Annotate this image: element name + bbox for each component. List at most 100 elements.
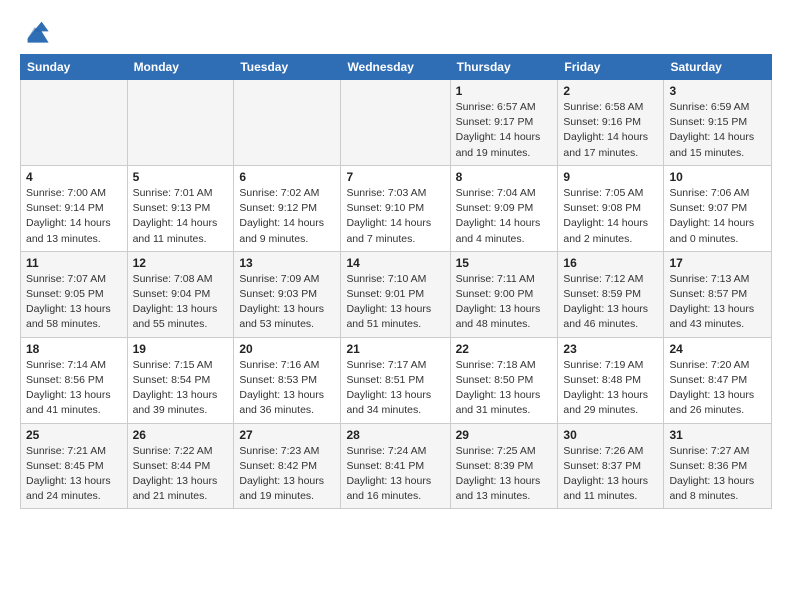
day-number: 2 <box>563 84 658 98</box>
week-row-1: 1 Sunrise: 6:57 AMSunset: 9:17 PMDaylight… <box>21 80 772 166</box>
day-cell <box>234 80 341 166</box>
day-cell: 23Sunrise: 7:19 AMSunset: 8:48 PMDayligh… <box>558 337 664 423</box>
weekday-saturday: Saturday <box>664 55 772 80</box>
day-number: 14 <box>346 256 444 270</box>
weekday-monday: Monday <box>127 55 234 80</box>
weekday-thursday: Thursday <box>450 55 558 80</box>
day-info: Sunrise: 7:16 AMSunset: 8:53 PMDaylight:… <box>239 358 335 419</box>
day-cell: 5 Sunrise: 7:01 AMSunset: 9:13 PMDaylight… <box>127 165 234 251</box>
day-cell <box>21 80 128 166</box>
day-cell: 4 Sunrise: 7:00 AMSunset: 9:14 PMDaylight… <box>21 165 128 251</box>
week-row-5: 25Sunrise: 7:21 AMSunset: 8:45 PMDayligh… <box>21 423 772 509</box>
day-number: 23 <box>563 342 658 356</box>
day-info: Sunrise: 7:12 AMSunset: 8:59 PMDaylight:… <box>563 272 658 333</box>
day-cell: 27Sunrise: 7:23 AMSunset: 8:42 PMDayligh… <box>234 423 341 509</box>
day-number: 29 <box>456 428 553 442</box>
day-number: 31 <box>669 428 766 442</box>
weekday-sunday: Sunday <box>21 55 128 80</box>
day-cell: 2 Sunrise: 6:58 AMSunset: 9:16 PMDaylight… <box>558 80 664 166</box>
day-cell: 14 Sunrise: 7:10 AMSunset: 9:01 PMDayligh… <box>341 251 450 337</box>
day-info: Sunrise: 7:06 AMSunset: 9:07 PMDaylight:… <box>669 186 766 247</box>
day-info: Sunrise: 7:09 AMSunset: 9:03 PMDaylight:… <box>239 272 335 333</box>
day-cell: 19Sunrise: 7:15 AMSunset: 8:54 PMDayligh… <box>127 337 234 423</box>
day-cell: 21 Sunrise: 7:17 AMSunset: 8:51 PMDayligh… <box>341 337 450 423</box>
day-info: Sunrise: 7:08 AMSunset: 9:04 PMDaylight:… <box>133 272 229 333</box>
day-number: 5 <box>133 170 229 184</box>
day-number: 7 <box>346 170 444 184</box>
day-cell: 28 Sunrise: 7:24 AMSunset: 8:41 PMDayligh… <box>341 423 450 509</box>
day-info: Sunrise: 7:26 AMSunset: 8:37 PMDaylight:… <box>563 444 658 505</box>
day-cell: 9Sunrise: 7:05 AMSunset: 9:08 PMDaylight… <box>558 165 664 251</box>
day-number: 20 <box>239 342 335 356</box>
day-cell: 16 Sunrise: 7:12 AMSunset: 8:59 PMDayligh… <box>558 251 664 337</box>
logo-icon <box>22 16 50 44</box>
day-cell: 17Sunrise: 7:13 AMSunset: 8:57 PMDayligh… <box>664 251 772 337</box>
day-number: 26 <box>133 428 229 442</box>
day-cell: 10 Sunrise: 7:06 AMSunset: 9:07 PMDayligh… <box>664 165 772 251</box>
day-info: Sunrise: 7:13 AMSunset: 8:57 PMDaylight:… <box>669 272 766 333</box>
day-cell: 30 Sunrise: 7:26 AMSunset: 8:37 PMDayligh… <box>558 423 664 509</box>
day-number: 13 <box>239 256 335 270</box>
day-info: Sunrise: 7:03 AMSunset: 9:10 PMDaylight:… <box>346 186 444 247</box>
day-info: Sunrise: 7:10 AMSunset: 9:01 PMDaylight:… <box>346 272 444 333</box>
day-info: Sunrise: 7:11 AMSunset: 9:00 PMDaylight:… <box>456 272 553 333</box>
day-number: 18 <box>26 342 122 356</box>
day-number: 21 <box>346 342 444 356</box>
day-info: Sunrise: 7:23 AMSunset: 8:42 PMDaylight:… <box>239 444 335 505</box>
day-info: Sunrise: 7:24 AMSunset: 8:41 PMDaylight:… <box>346 444 444 505</box>
day-cell: 8Sunrise: 7:04 AMSunset: 9:09 PMDaylight… <box>450 165 558 251</box>
day-info: Sunrise: 7:05 AMSunset: 9:08 PMDaylight:… <box>563 186 658 247</box>
day-number: 22 <box>456 342 553 356</box>
day-cell: 26 Sunrise: 7:22 AMSunset: 8:44 PMDayligh… <box>127 423 234 509</box>
day-info: Sunrise: 7:00 AMSunset: 9:14 PMDaylight:… <box>26 186 122 247</box>
day-cell: 6Sunrise: 7:02 AMSunset: 9:12 PMDaylight… <box>234 165 341 251</box>
day-number: 24 <box>669 342 766 356</box>
logo <box>20 16 50 44</box>
day-cell: 1 Sunrise: 6:57 AMSunset: 9:17 PMDaylight… <box>450 80 558 166</box>
week-row-3: 11Sunrise: 7:07 AMSunset: 9:05 PMDayligh… <box>21 251 772 337</box>
day-number: 16 <box>563 256 658 270</box>
header <box>20 16 772 44</box>
day-cell: 31Sunrise: 7:27 AMSunset: 8:36 PMDayligh… <box>664 423 772 509</box>
day-info: Sunrise: 6:57 AMSunset: 9:17 PMDaylight:… <box>456 100 553 161</box>
day-info: Sunrise: 7:15 AMSunset: 8:54 PMDaylight:… <box>133 358 229 419</box>
day-cell <box>127 80 234 166</box>
day-info: Sunrise: 7:17 AMSunset: 8:51 PMDaylight:… <box>346 358 444 419</box>
day-number: 25 <box>26 428 122 442</box>
day-number: 4 <box>26 170 122 184</box>
day-info: Sunrise: 7:18 AMSunset: 8:50 PMDaylight:… <box>456 358 553 419</box>
day-number: 8 <box>456 170 553 184</box>
day-info: Sunrise: 7:14 AMSunset: 8:56 PMDaylight:… <box>26 358 122 419</box>
day-number: 30 <box>563 428 658 442</box>
day-cell: 22 Sunrise: 7:18 AMSunset: 8:50 PMDayligh… <box>450 337 558 423</box>
day-cell: 11Sunrise: 7:07 AMSunset: 9:05 PMDayligh… <box>21 251 128 337</box>
calendar-table: SundayMondayTuesdayWednesdayThursdayFrid… <box>20 54 772 509</box>
day-number: 1 <box>456 84 553 98</box>
weekday-tuesday: Tuesday <box>234 55 341 80</box>
day-number: 3 <box>669 84 766 98</box>
weekday-header-row: SundayMondayTuesdayWednesdayThursdayFrid… <box>21 55 772 80</box>
day-number: 28 <box>346 428 444 442</box>
day-cell: 25Sunrise: 7:21 AMSunset: 8:45 PMDayligh… <box>21 423 128 509</box>
day-cell: 24 Sunrise: 7:20 AMSunset: 8:47 PMDayligh… <box>664 337 772 423</box>
day-number: 12 <box>133 256 229 270</box>
weekday-wednesday: Wednesday <box>341 55 450 80</box>
week-row-4: 18 Sunrise: 7:14 AMSunset: 8:56 PMDayligh… <box>21 337 772 423</box>
day-info: Sunrise: 6:58 AMSunset: 9:16 PMDaylight:… <box>563 100 658 161</box>
day-cell: 18 Sunrise: 7:14 AMSunset: 8:56 PMDayligh… <box>21 337 128 423</box>
day-cell: 15Sunrise: 7:11 AMSunset: 9:00 PMDayligh… <box>450 251 558 337</box>
day-number: 10 <box>669 170 766 184</box>
day-info: Sunrise: 7:02 AMSunset: 9:12 PMDaylight:… <box>239 186 335 247</box>
day-info: Sunrise: 7:25 AMSunset: 8:39 PMDaylight:… <box>456 444 553 505</box>
weekday-friday: Friday <box>558 55 664 80</box>
day-cell: 3Sunrise: 6:59 AMSunset: 9:15 PMDaylight… <box>664 80 772 166</box>
day-info: Sunrise: 7:22 AMSunset: 8:44 PMDaylight:… <box>133 444 229 505</box>
page: SundayMondayTuesdayWednesdayThursdayFrid… <box>0 0 792 612</box>
day-info: Sunrise: 7:20 AMSunset: 8:47 PMDaylight:… <box>669 358 766 419</box>
day-number: 11 <box>26 256 122 270</box>
day-cell: 29 Sunrise: 7:25 AMSunset: 8:39 PMDayligh… <box>450 423 558 509</box>
day-cell: 12 Sunrise: 7:08 AMSunset: 9:04 PMDayligh… <box>127 251 234 337</box>
day-cell <box>341 80 450 166</box>
day-info: Sunrise: 7:01 AMSunset: 9:13 PMDaylight:… <box>133 186 229 247</box>
week-row-2: 4 Sunrise: 7:00 AMSunset: 9:14 PMDaylight… <box>21 165 772 251</box>
